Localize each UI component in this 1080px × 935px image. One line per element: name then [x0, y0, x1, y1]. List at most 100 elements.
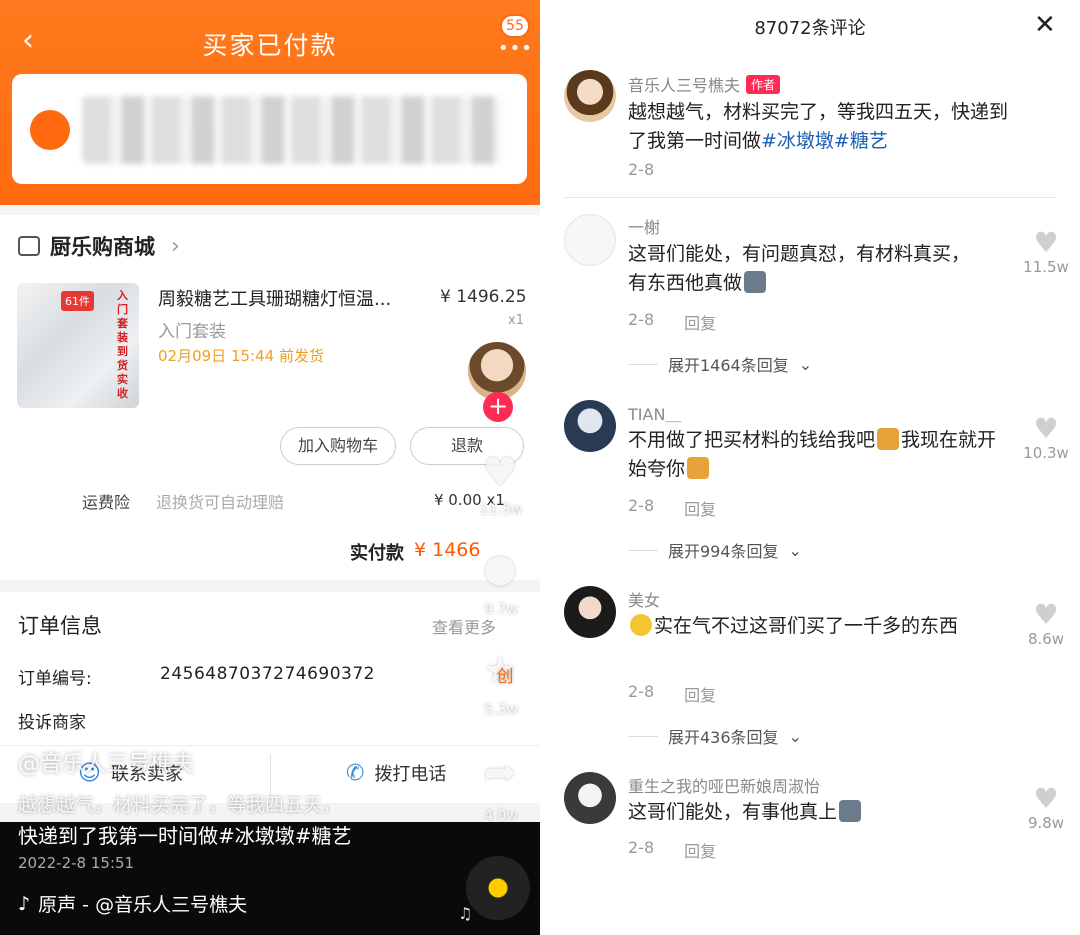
comment-body: 这哥们能处，有问题真怼，有材料真买，有东西他真做 [628, 243, 971, 294]
product-title[interactable]: 周毅糖艺工具珊瑚糖灯恒温... [158, 285, 423, 311]
order-number-label: 订单编号: [18, 669, 92, 689]
complain-seller-link[interactable]: 投诉商家 [18, 708, 86, 733]
comment-meta: 2-8 [628, 160, 654, 179]
comment-meta: 2-8 回复 [628, 310, 716, 334]
comment-date: 2-8 [628, 310, 655, 329]
comment-meta: 2-8 回复 [628, 838, 716, 862]
comment-author[interactable]: 音乐人三号樵夫 作者 [628, 72, 781, 96]
call-label: 拨打电话 [374, 764, 447, 785]
reply-button[interactable]: 回复 [684, 838, 716, 862]
order-info-title: 订单信息 [18, 614, 102, 638]
comment-text: 不用做了把买材料的钱给我吧 我现在就开始夸你 [628, 426, 998, 484]
expand-replies-button[interactable]: 展开1464条回复 ⌄ [628, 352, 812, 376]
music-info[interactable]: ♪ 原声 - @音乐人三号樵夫 [18, 890, 247, 917]
order-screenshot-panel: ‹ 买家已付款 55 ••• 厨乐购商城 › 61件 入门套装 到货实收 周毅糖… [0, 0, 540, 935]
product-price: ¥ 1496.25 [440, 287, 527, 307]
comment-meta: 2-8 回复 [628, 682, 716, 706]
heart-icon: ♥ [1033, 412, 1059, 445]
freight-insurance-desc: 退换货可自动理赔 [156, 493, 285, 512]
product-image-tag: 61件 [61, 291, 94, 311]
avatar[interactable] [564, 772, 616, 824]
comment-username: 音乐人三号樵夫 [628, 76, 741, 95]
avatar[interactable] [564, 70, 616, 122]
avatar[interactable] [564, 214, 616, 266]
call-button[interactable]: ✆ 拨打电话 [346, 760, 446, 786]
comment-username[interactable]: TIAN＿ [628, 401, 681, 425]
like-button[interactable]: ♥ 8.6w [1016, 598, 1076, 649]
husky-emoji-icon [839, 800, 862, 822]
product-image-text: 入门套装 到货实收 [117, 289, 128, 400]
message-count-badge: 55 [500, 14, 530, 38]
expand-replies-button[interactable]: 展开436条回复 ⌄ [628, 724, 802, 748]
reply-button[interactable]: 回复 [684, 682, 716, 706]
like-button[interactable]: ♥ 9.8w [1016, 782, 1076, 833]
comment-body-a: 不用做了把买材料的钱给我吧 [628, 429, 876, 451]
more-dots-icon: ••• [498, 38, 533, 59]
creator-badge: 创 [496, 667, 514, 687]
comment-text: 这哥们能处，有问题真怼，有材料真买，有东西他真做 [628, 240, 988, 298]
like-count: 9.8w [1027, 814, 1065, 832]
comment-username[interactable]: 美女 [628, 587, 660, 611]
heart-icon: ♥ [1033, 782, 1059, 815]
shop-order-card: 厨乐购商城 › 61件 入门套装 到货实收 周毅糖艺工具珊瑚糖灯恒温... ¥ … [0, 215, 540, 580]
video-caption-line1: 越想越气，材料买完了，等我四五天， [18, 794, 342, 816]
chevron-down-icon: ⌄ [788, 726, 802, 746]
divider [564, 197, 1056, 198]
comment-date: 2-8 [628, 838, 655, 857]
address-card[interactable] [12, 74, 527, 184]
comment-meta: 2-8 回复 [628, 496, 716, 520]
paid-label: 实付款 [350, 543, 404, 564]
shop-header[interactable]: 厨乐购商城 › [18, 231, 180, 261]
follow-plus-icon[interactable]: + [483, 392, 513, 422]
divider [628, 549, 658, 551]
like-count: 8.6w [1027, 630, 1065, 648]
like-button[interactable]: ♥ 10.3w [1016, 412, 1076, 463]
comment-username[interactable]: 一榭 [628, 214, 660, 238]
heart-icon: ♥ [1033, 226, 1059, 259]
expand-replies-label: 展开1464条回复 [668, 356, 789, 375]
expand-replies-button[interactable]: 展开994条回复 ⌄ [628, 538, 802, 562]
like-count: 11.5w [479, 502, 523, 518]
product-image[interactable]: 61件 入门套装 到货实收 [17, 283, 139, 408]
avatar[interactable] [564, 400, 616, 452]
share-arrow-icon[interactable]: ➦ [478, 752, 522, 792]
comment-username[interactable]: 重生之我的哑巴新娘周淑怡 [628, 773, 820, 797]
comment-icon[interactable]: ● [478, 548, 522, 588]
chevron-down-icon: ⌄ [798, 354, 813, 374]
product-spec: 入门套装 [158, 322, 226, 342]
more-button[interactable]: 55 ••• [490, 14, 533, 59]
add-to-cart-button[interactable]: 加入购物车 [280, 427, 396, 465]
divider [270, 754, 271, 796]
comment-text: 越想越气，材料买完了，等我四五天，快递到了我第一时间做#冰墩墩#糖艺 [628, 98, 1008, 156]
like-button[interactable]: ♥ 11.5w [1016, 226, 1076, 277]
like-heart-icon[interactable]: ♥ [478, 452, 522, 492]
tiktok-logo-icon: ♪ [18, 892, 31, 915]
music-disc-icon[interactable] [466, 856, 530, 920]
video-author[interactable]: @音乐人三号樵夫 [18, 746, 194, 778]
chevron-down-icon: ⌄ [788, 540, 802, 560]
shop-icon [18, 236, 40, 256]
music-note-icon: ♫ [458, 904, 473, 923]
order-header: ‹ 买家已付款 55 ••• [0, 0, 540, 205]
reply-button[interactable]: 回复 [684, 496, 716, 520]
avatar[interactable] [564, 586, 616, 638]
video-caption-line2: 快递到了我第一时间做#冰墩墩#糖艺 [18, 824, 352, 848]
reply-button[interactable]: 回复 [684, 310, 716, 334]
video-timestamp: 2022-2-8 15:51 [18, 854, 135, 872]
comment-body: 实在气不过这哥们买了一千多的东西 [654, 615, 959, 637]
product-qty: x1 [508, 313, 524, 328]
comment-count-title: 87072条评论 [754, 18, 866, 39]
author-badge: 作者 [746, 74, 781, 94]
comment-body: 这哥们能处，有事他真上 [628, 801, 838, 823]
like-count: 11.5w [1023, 258, 1069, 276]
hashtag-link[interactable]: #冰墩墩#糖艺 [761, 130, 888, 152]
music-label: 原声 - @音乐人三号樵夫 [38, 894, 248, 916]
comment-date: 2-8 [628, 160, 655, 179]
freight-insurance-label: 运费险 [82, 493, 131, 512]
ship-deadline: 02月09日 15:44 前发货 [158, 347, 324, 365]
close-icon[interactable]: ✕ [1034, 10, 1056, 40]
cat-emoji-icon [877, 428, 900, 450]
heart-icon: ♥ [1033, 598, 1059, 631]
address-blurred [82, 96, 502, 164]
page-title: 买家已付款 [202, 31, 338, 60]
